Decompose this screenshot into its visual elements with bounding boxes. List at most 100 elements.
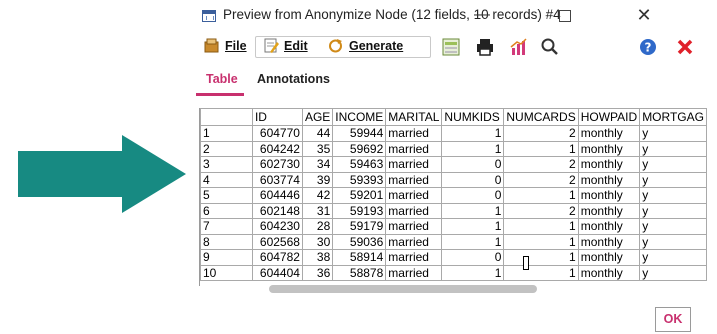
minimize-button[interactable]: — (467, 4, 497, 26)
table-cell[interactable]: 31 (301, 202, 334, 219)
maximize-button[interactable] (549, 4, 579, 26)
table-cell[interactable]: 6 (200, 202, 253, 219)
ok-button[interactable]: OK (655, 307, 691, 332)
column-header[interactable]: AGE (301, 108, 334, 126)
data-table-container[interactable]: ID AGE INCOME MARITAL NUMKIDS NUMCARDS H… (199, 108, 707, 286)
table-row[interactable]: 4 603774 39 59393 married 0 2 monthly y (200, 171, 707, 188)
table-cell[interactable]: y (639, 171, 707, 188)
table-cell[interactable]: 38 (301, 249, 334, 266)
table-cell[interactable]: 0 (441, 171, 505, 188)
table-cell[interactable]: monthly (577, 218, 641, 235)
table-cell[interactable]: married (385, 202, 443, 219)
table-cell[interactable]: y (639, 187, 707, 204)
table-cell[interactable]: 604770 (251, 125, 303, 142)
table-cell[interactable]: 2 (503, 171, 579, 188)
table-cell[interactable]: 5 (200, 187, 253, 204)
table-cell[interactable]: monthly (577, 202, 641, 219)
print-icon[interactable] (475, 37, 495, 57)
table-cell[interactable]: 1 (441, 125, 505, 142)
table-cell[interactable]: married (385, 218, 443, 235)
column-header[interactable]: INCOME (332, 108, 387, 126)
table-cell[interactable]: monthly (577, 233, 641, 250)
table-cell[interactable]: 602568 (251, 233, 303, 250)
table-cell[interactable]: 1 (503, 264, 579, 281)
table-cell[interactable]: 1 (441, 140, 505, 157)
table-cell[interactable]: 58914 (332, 249, 387, 266)
table-cell[interactable]: 2 (503, 202, 579, 219)
table-row[interactable]: 9 604782 38 58914 married 0 1 monthly y (200, 249, 707, 266)
table-cell[interactable]: 1 (441, 202, 505, 219)
tab-annotations[interactable]: Annotations (257, 72, 330, 86)
table-cell[interactable]: 59193 (332, 202, 387, 219)
table-row[interactable]: 10 604404 36 58878 married 1 1 monthly y (200, 264, 707, 281)
table-cell[interactable]: y (639, 156, 707, 173)
table-cell[interactable]: 3 (200, 156, 253, 173)
table-cell[interactable]: y (639, 218, 707, 235)
table-cell[interactable]: monthly (577, 171, 641, 188)
table-cell[interactable]: 0 (441, 187, 505, 204)
table-cell[interactable]: 604404 (251, 264, 303, 281)
table-cell[interactable]: 604782 (251, 249, 303, 266)
table-cell[interactable]: 59393 (332, 171, 387, 188)
table-cell[interactable]: 36 (301, 264, 334, 281)
table-cell[interactable]: 1 (441, 218, 505, 235)
chart-icon[interactable] (509, 37, 529, 57)
table-cell[interactable]: y (639, 233, 707, 250)
table-cell[interactable]: 59036 (332, 233, 387, 250)
table-row[interactable]: 5 604446 42 59201 married 0 1 monthly y (200, 187, 707, 204)
table-cell[interactable]: 602148 (251, 202, 303, 219)
column-header[interactable] (200, 108, 253, 126)
tab-table[interactable]: Table (206, 72, 238, 86)
table-cell[interactable]: 9 (200, 249, 253, 266)
generate-menu[interactable]: Generate (327, 36, 423, 56)
table-cell[interactable]: 1 (503, 140, 579, 157)
table-row[interactable]: 1 604770 44 59944 married 1 2 monthly y (200, 125, 707, 142)
table-cell[interactable]: 604230 (251, 218, 303, 235)
column-header[interactable]: MARITAL (385, 108, 443, 126)
search-icon[interactable] (540, 37, 560, 57)
table-cell[interactable]: 1 (503, 218, 579, 235)
table-cell[interactable]: 1 (441, 233, 505, 250)
table-cell[interactable]: 59944 (332, 125, 387, 142)
table-cell[interactable]: 8 (200, 233, 253, 250)
file-menu[interactable]: File (203, 36, 259, 56)
table-cell[interactable]: 30 (301, 233, 334, 250)
table-cell[interactable]: monthly (577, 140, 641, 157)
table-cell[interactable]: 7 (200, 218, 253, 235)
table-cell[interactable]: 28 (301, 218, 334, 235)
table-cell[interactable]: married (385, 233, 443, 250)
table-cell[interactable]: y (639, 125, 707, 142)
table-cell[interactable]: y (639, 202, 707, 219)
table-cell[interactable]: monthly (577, 187, 641, 204)
column-header[interactable]: HOWPAID (577, 108, 641, 126)
table-cell[interactable]: 602730 (251, 156, 303, 173)
table-cell[interactable]: monthly (577, 125, 641, 142)
table-cell[interactable]: 0 (441, 156, 505, 173)
table-cell[interactable]: married (385, 156, 443, 173)
table-cell[interactable]: 4 (200, 171, 253, 188)
close-red-icon[interactable] (675, 37, 695, 57)
table-cell[interactable]: 604242 (251, 140, 303, 157)
column-header[interactable]: ID (251, 108, 303, 126)
table-row[interactable]: 7 604230 28 59179 married 1 1 monthly y (200, 218, 707, 235)
table-cell[interactable]: 604446 (251, 187, 303, 204)
table-icon[interactable] (441, 37, 461, 57)
table-cell[interactable]: y (639, 140, 707, 157)
table-cell[interactable]: 2 (503, 156, 579, 173)
table-cell[interactable]: 2 (200, 140, 253, 157)
table-row[interactable]: 6 602148 31 59193 married 1 2 monthly y (200, 202, 707, 219)
table-cell[interactable]: 603774 (251, 171, 303, 188)
column-header[interactable]: MORTGAG (639, 108, 707, 126)
table-cell[interactable]: 58878 (332, 264, 387, 281)
table-cell[interactable]: married (385, 264, 443, 281)
table-cell[interactable]: 1 (441, 264, 505, 281)
table-cell[interactable]: married (385, 125, 443, 142)
table-cell[interactable]: monthly (577, 264, 641, 281)
table-cell[interactable]: 1 (503, 187, 579, 204)
column-header[interactable]: NUMCARDS (503, 108, 579, 126)
table-cell[interactable]: 59463 (332, 156, 387, 173)
table-cell[interactable]: 34 (301, 156, 334, 173)
table-cell[interactable]: y (639, 264, 707, 281)
table-cell[interactable]: married (385, 249, 443, 266)
table-cell[interactable]: y (639, 249, 707, 266)
